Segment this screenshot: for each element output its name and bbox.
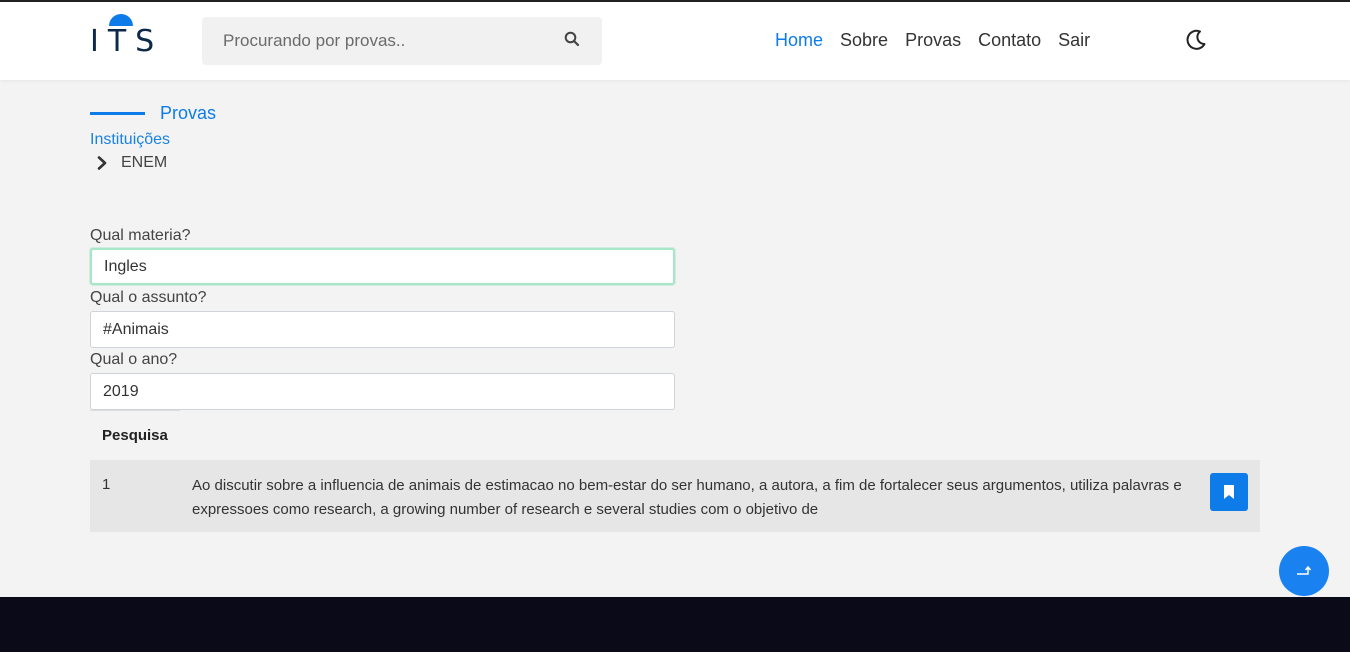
assunto-field[interactable] bbox=[90, 311, 675, 348]
results-header: Pesquisa bbox=[90, 410, 180, 460]
moon-icon[interactable] bbox=[1183, 27, 1209, 53]
nav-contato[interactable]: Contato bbox=[978, 30, 1041, 51]
arrow-up-icon bbox=[1297, 565, 1312, 575]
chevron-right-icon bbox=[97, 156, 107, 170]
nav-sobre[interactable]: Sobre bbox=[840, 30, 888, 51]
search-input[interactable] bbox=[202, 17, 562, 65]
logo-text: ITS bbox=[90, 24, 164, 59]
scroll-top-button[interactable] bbox=[1279, 546, 1329, 596]
section-title: Provas bbox=[90, 103, 216, 124]
navbar: ITS Home Sobre Provas Contato Sair bbox=[0, 2, 1350, 80]
breadcrumb-current: ENEM bbox=[96, 154, 167, 172]
bookmark-icon bbox=[1224, 485, 1234, 499]
ano-field[interactable] bbox=[90, 373, 675, 410]
its-logo[interactable]: ITS bbox=[90, 12, 160, 60]
ano-label: Qual o ano? bbox=[90, 351, 178, 368]
row-number: 1 bbox=[102, 476, 111, 493]
page-title: Provas bbox=[160, 103, 217, 123]
breadcrumb-enem: ENEM bbox=[121, 154, 168, 171]
row-question-text: Ao discutir sobre a influencia de animai… bbox=[192, 477, 1182, 518]
footer bbox=[0, 597, 1350, 652]
materia-label: Qual materia? bbox=[90, 227, 191, 244]
table-row[interactable]: 1 Ao discutir sobre a influencia de anim… bbox=[90, 460, 1260, 532]
main-nav: Home Sobre Provas Contato Sair bbox=[775, 30, 1107, 51]
breadcrumb-institutions[interactable]: Instituições bbox=[90, 131, 170, 149]
search-icon[interactable] bbox=[564, 31, 586, 53]
nav-provas[interactable]: Provas bbox=[905, 30, 961, 51]
title-accent-line bbox=[90, 112, 145, 115]
nav-home[interactable]: Home bbox=[775, 30, 823, 51]
bookmark-button[interactable] bbox=[1210, 473, 1248, 511]
assunto-label: Qual o assunto? bbox=[90, 289, 207, 306]
search-bar bbox=[202, 17, 602, 65]
materia-field[interactable] bbox=[90, 248, 675, 285]
nav-sair[interactable]: Sair bbox=[1058, 30, 1090, 51]
